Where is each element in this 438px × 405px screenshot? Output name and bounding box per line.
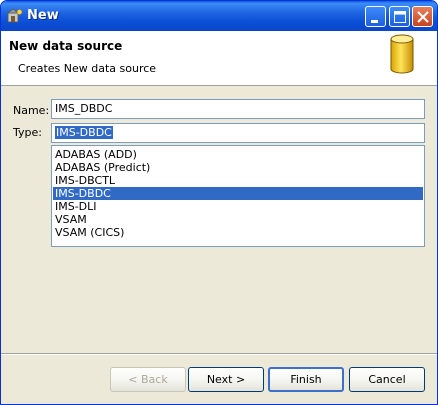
list-item-selected[interactable]: IMS-DBDC: [53, 187, 423, 200]
list-item[interactable]: IMS-DBCTL: [53, 174, 423, 187]
close-icon: [417, 11, 429, 23]
list-item[interactable]: ADABAS (Predict): [53, 161, 423, 174]
minimize-icon: [371, 20, 378, 23]
minimize-button[interactable]: [365, 6, 386, 27]
back-button[interactable]: < Back: [110, 367, 186, 392]
maximize-icon: [394, 11, 406, 23]
page-description: Creates New data source: [18, 62, 157, 75]
finish-button[interactable]: Finish: [268, 367, 344, 392]
new-wizard-window: New New data source Creates New data sou…: [0, 0, 438, 405]
type-input-value: IMS-DBDC: [55, 126, 113, 139]
page-title: New data source: [9, 39, 123, 53]
type-label: Type:: [13, 126, 42, 139]
name-input-value: IMS_DBDC: [55, 102, 113, 115]
database-icon: [389, 33, 415, 80]
wizard-app-icon: [6, 8, 23, 24]
maximize-button[interactable]: [389, 6, 410, 27]
list-item[interactable]: VSAM (CICS): [53, 226, 423, 239]
footer-separator: [1, 353, 437, 355]
list-item[interactable]: ADABAS (ADD): [53, 148, 423, 161]
window-title: New: [27, 8, 59, 23]
list-item[interactable]: VSAM: [53, 213, 423, 226]
title-bar[interactable]: New: [1, 1, 437, 31]
list-item[interactable]: IMS-DLI: [53, 200, 423, 213]
next-button[interactable]: Next >: [188, 367, 264, 392]
close-button[interactable]: [412, 6, 433, 27]
cancel-button[interactable]: Cancel: [349, 367, 425, 392]
name-label: Name:: [13, 104, 50, 117]
type-input[interactable]: IMS-DBDC: [51, 123, 425, 143]
name-input[interactable]: IMS_DBDC: [51, 99, 425, 119]
type-options-list[interactable]: ADABAS (ADD) ADABAS (Predict) IMS-DBCTL …: [51, 145, 425, 247]
wizard-banner: New data source Creates New data source: [1, 31, 437, 86]
